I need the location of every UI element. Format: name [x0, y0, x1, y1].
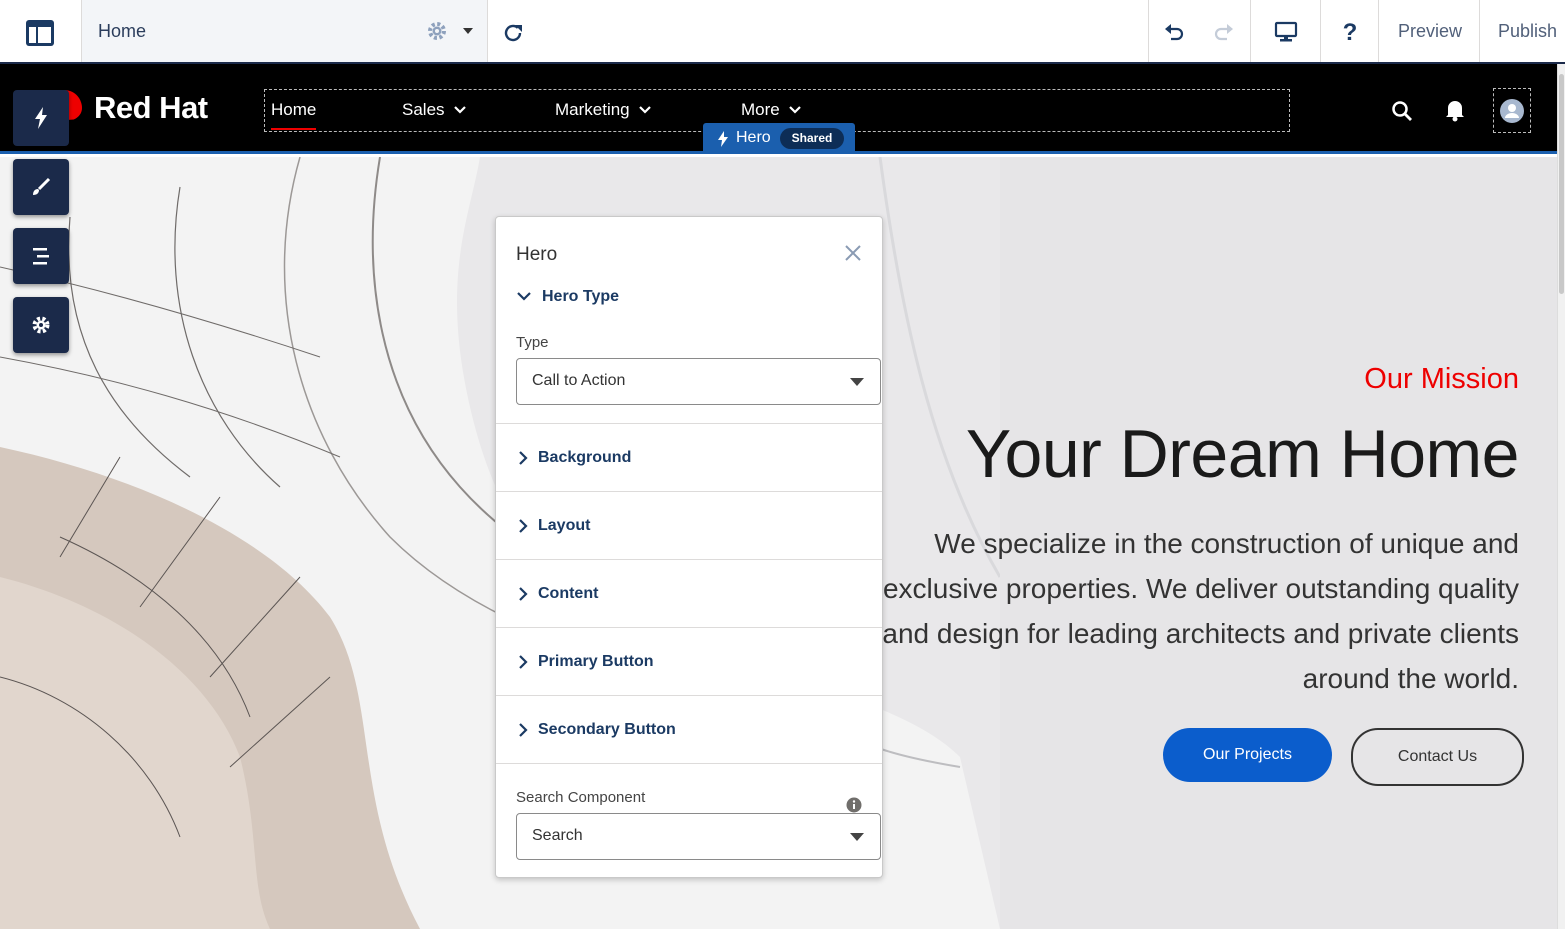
hero-eyebrow: Our Mission [1364, 363, 1519, 395]
redo-icon[interactable] [1211, 20, 1237, 46]
section-secondary-button[interactable]: Secondary Button [496, 696, 904, 763]
scrollbar-thumb[interactable] [1559, 74, 1564, 294]
nav-sales-label: Sales [402, 100, 445, 119]
paintbrush-icon [33, 177, 51, 195]
lightning-icon [35, 107, 47, 129]
gear-icon[interactable] [426, 20, 448, 42]
site-header: Red Hat Home Sales Marketing More Hero S… [0, 64, 1557, 154]
caret-down-icon [850, 833, 864, 841]
chevron-down-icon [453, 106, 466, 114]
page-scrollbar[interactable] [1557, 64, 1565, 929]
chevron-right-icon [519, 450, 528, 465]
layout-panel-icon[interactable] [24, 18, 56, 48]
nav-item-sales[interactable]: Sales [402, 100, 467, 120]
chevron-right-icon [519, 518, 528, 533]
contact-us-button[interactable]: Contact Us [1351, 728, 1524, 786]
hero-title: Your Dream Home [965, 416, 1520, 492]
section-content-label: Content [538, 584, 599, 602]
list-structure-icon [33, 248, 49, 265]
search-icon[interactable] [1390, 99, 1414, 123]
lightning-icon [718, 131, 728, 147]
user-avatar[interactable] [1493, 88, 1531, 133]
components-button[interactable] [13, 90, 69, 146]
our-projects-button[interactable]: Our Projects [1163, 728, 1332, 782]
info-icon[interactable] [846, 797, 862, 813]
section-layout-label: Layout [538, 516, 591, 534]
caret-down-icon [850, 378, 864, 386]
type-label: Type [516, 334, 549, 351]
undo-icon[interactable] [1161, 20, 1187, 46]
nav-home-label: Home [271, 100, 317, 119]
search-select-value: Search [532, 827, 583, 844]
settings-button[interactable] [13, 297, 69, 353]
hero-properties-panel: Hero Hero Type Type Call to Action Backg… [495, 216, 883, 878]
section-hero-type[interactable]: Hero Type [516, 285, 856, 309]
page-structure-button[interactable] [13, 228, 69, 284]
section-content[interactable]: Content [496, 560, 904, 627]
builder-toolbar: Home ? Preview Publish [0, 0, 1565, 64]
help-icon[interactable]: ? [1338, 19, 1362, 46]
nav-item-home[interactable]: Home [271, 100, 317, 130]
section-primary-button-label: Primary Button [538, 652, 654, 670]
nav-item-more[interactable]: More [741, 100, 802, 120]
preview-button[interactable]: Preview [1398, 21, 1462, 42]
page-title: Home [98, 21, 147, 41]
theme-button[interactable] [13, 159, 69, 215]
panel-title: Hero [516, 244, 558, 265]
chevron-right-icon [519, 654, 528, 669]
hero-description: We specialize in the construction of uni… [882, 528, 1519, 694]
chevron-right-icon [519, 722, 528, 737]
refresh-icon[interactable] [500, 20, 526, 46]
user-icon [1500, 98, 1524, 123]
nav-more-label: More [741, 100, 780, 119]
section-background[interactable]: Background [496, 424, 904, 491]
chevron-right-icon [519, 586, 528, 601]
chevron-down-icon [788, 106, 801, 114]
section-hero-type-label: Hero Type [542, 288, 620, 305]
section-primary-button[interactable]: Primary Button [496, 628, 904, 695]
nav-item-marketing[interactable]: Marketing [555, 100, 652, 120]
chevron-down-icon[interactable] [462, 27, 474, 35]
gear-icon [32, 316, 50, 334]
search-component-select[interactable]: Search [516, 813, 881, 860]
chevron-down-icon [517, 292, 531, 301]
type-select-value: Call to Action [532, 372, 626, 389]
shared-badge: Shared [780, 128, 844, 149]
chevron-down-icon [638, 106, 651, 114]
component-tag-label: Hero [736, 129, 771, 146]
publish-button[interactable]: Publish [1498, 21, 1557, 42]
search-component-label: Search Component [516, 789, 646, 806]
section-secondary-button-label: Secondary Button [538, 720, 676, 738]
nav-marketing-label: Marketing [555, 100, 630, 119]
section-layout[interactable]: Layout [496, 492, 904, 559]
desktop-preview-icon[interactable] [1272, 19, 1300, 45]
section-background-label: Background [538, 448, 632, 466]
logo-text: Red Hat [94, 90, 208, 125]
close-icon[interactable] [842, 242, 864, 264]
bell-icon[interactable] [1443, 98, 1467, 122]
page-selector[interactable]: Home [82, 0, 487, 62]
selected-component-tag[interactable]: Hero Shared [703, 123, 855, 154]
type-select[interactable]: Call to Action [516, 358, 881, 405]
